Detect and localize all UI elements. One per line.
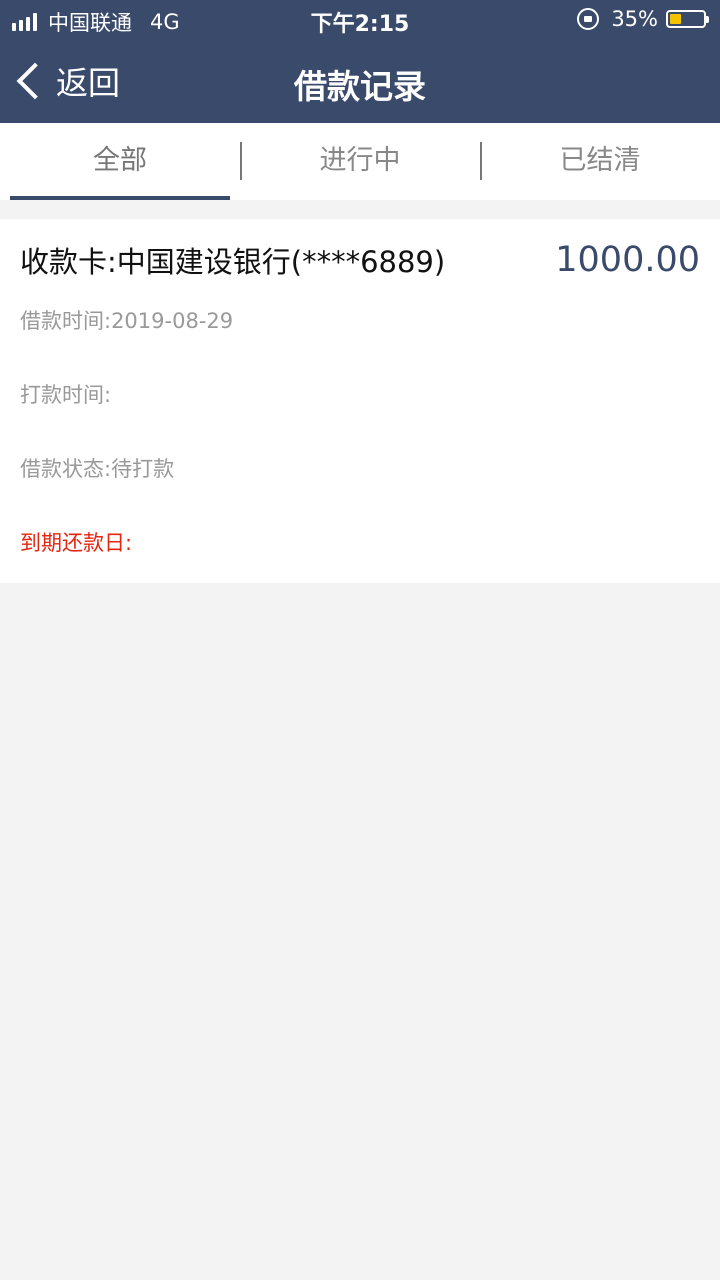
- payment-time: 打款时间:: [20, 383, 112, 407]
- status-bar: 中国联通 4G 下午2:15 35%: [0, 0, 720, 40]
- battery-icon: [666, 10, 709, 28]
- loan-time: 借款时间:2019-08-29: [20, 309, 234, 333]
- loan-status: 借款状态:待打款: [20, 457, 175, 481]
- status-right: 35%: [577, 7, 709, 31]
- tab-settled[interactable]: 已结清: [480, 123, 720, 200]
- tab-all[interactable]: 全部: [0, 123, 240, 200]
- page-title: 借款记录: [294, 67, 426, 106]
- receiving-card-label: 收款卡:中国建设银行(****6889): [20, 245, 446, 279]
- header: 中国联通 4G 下午2:15 35% 返回 借款记录: [0, 0, 720, 123]
- active-tab-indicator: [10, 196, 230, 200]
- tab-in-progress[interactable]: 进行中: [240, 123, 480, 200]
- due-date: 到期还款日:: [20, 531, 133, 555]
- orientation-lock-icon: [577, 8, 600, 30]
- battery-percent: 35%: [611, 7, 658, 31]
- battery-fill: [670, 14, 682, 24]
- loan-amount: 1000.00: [555, 240, 700, 280]
- nav-bar: 返回 借款记录: [0, 40, 720, 123]
- loan-record-card[interactable]: 收款卡:中国建设银行(****6889) 1000.00 借款时间:2019-0…: [0, 219, 720, 583]
- tab-bar: 全部 进行中 已结清: [0, 123, 720, 200]
